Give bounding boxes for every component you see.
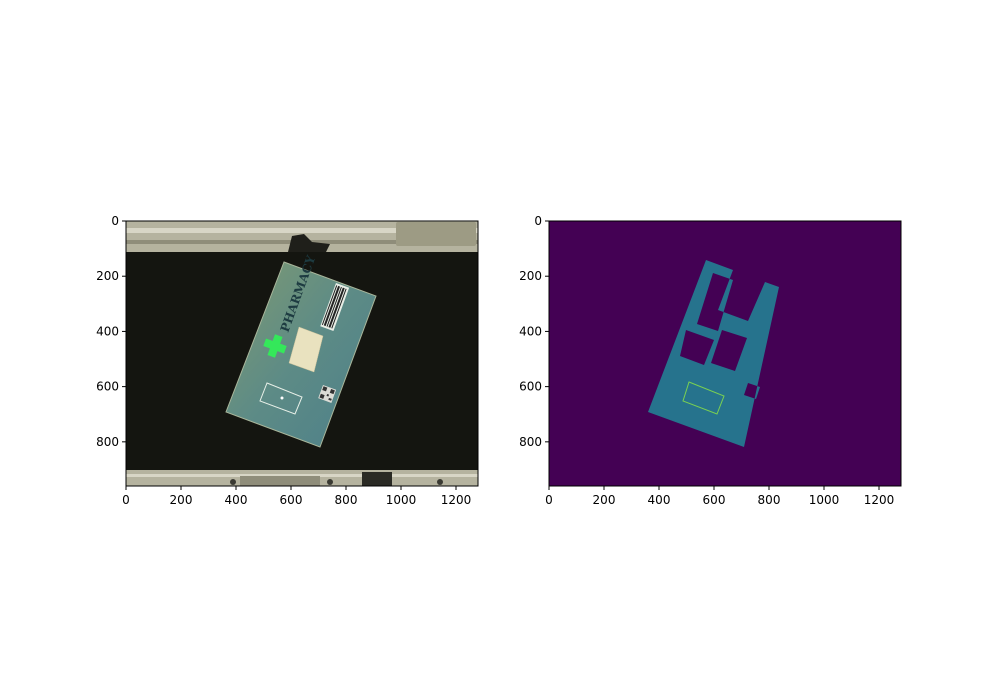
mask-panel: 0 200 400 600 800 1000 1200 0 200 400 600 800 (519, 214, 902, 507)
x-tick-label: 200 (170, 493, 193, 507)
y-tick-label: 600 (519, 380, 542, 394)
y-tick-label: 800 (519, 435, 542, 449)
x-tick-label: 400 (225, 493, 248, 507)
y-tick-label: 200 (96, 269, 119, 283)
x-tick-label: 800 (335, 493, 358, 507)
x-tick-label: 1200 (441, 493, 472, 507)
figure-canvas: PHARMACY 0 200 400 600 800 1000 12000200… (96, 214, 902, 507)
mask-image (549, 221, 901, 486)
x-tick-label: 0 (122, 493, 130, 507)
y-tick-label: 0 (111, 214, 119, 228)
x-tick-label: 400 (648, 493, 671, 507)
y-tick-label: 400 (519, 324, 542, 338)
y-tick-label: 400 (96, 324, 119, 338)
x-tick-label: 1200 (864, 493, 895, 507)
x-tick-label: 1000 (386, 493, 417, 507)
x-tick-label: 800 (758, 493, 781, 507)
y-tick-label: 200 (519, 269, 542, 283)
x-tick-label: 0 (545, 493, 553, 507)
x-tick-label: 200 (593, 493, 616, 507)
x-tick-label: 600 (703, 493, 726, 507)
mask-background (549, 221, 901, 486)
y-tick-label: 800 (96, 435, 119, 449)
x-tick-label: 600 (280, 493, 303, 507)
photo-image: PHARMACY (126, 221, 478, 486)
x-tick-label: 1000 (809, 493, 840, 507)
y-tick-label: 600 (96, 380, 119, 394)
photo-panel: PHARMACY 0 200 400 600 800 1000 12000200… (96, 214, 479, 507)
y-tick-label: 0 (534, 214, 542, 228)
